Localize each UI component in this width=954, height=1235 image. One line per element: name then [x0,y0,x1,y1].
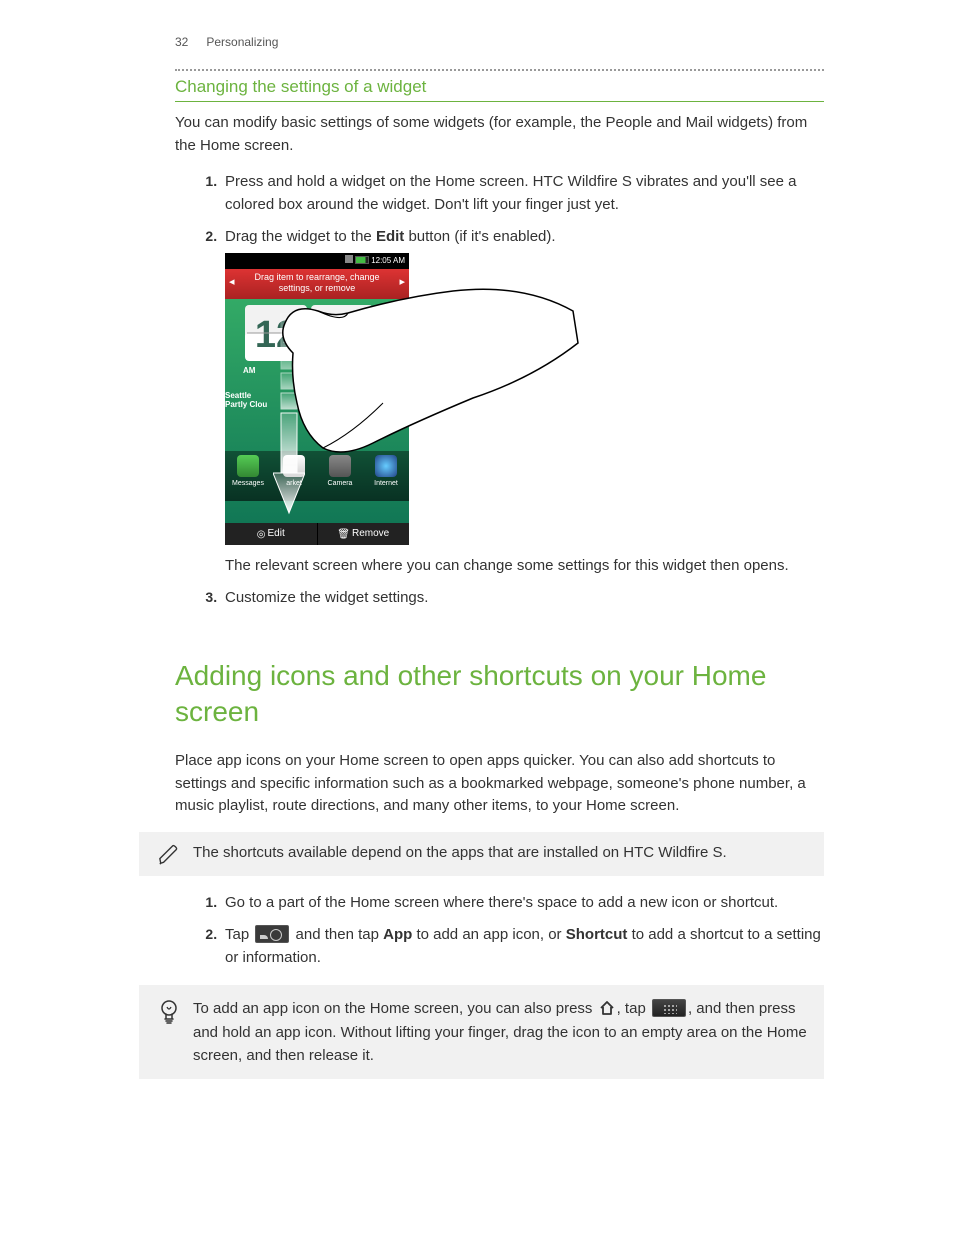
phone-bottom-bar: ◎Edit 🗑Remove [225,523,409,545]
arrow-left-icon: ◂ [229,275,235,289]
note-box: The shortcuts available depend on the ap… [139,832,824,876]
step-2: Drag the widget to the Edit button (if i… [221,226,824,577]
messages-icon [237,455,259,477]
lightbulb-icon [155,999,183,1025]
section-name: Personalizing [206,35,278,49]
tip-box: To add an app icon on the Home screen, y… [139,985,824,1079]
running-header: 32 Personalizing [175,35,824,49]
section-divider [175,69,824,71]
tip-a: To add an app icon on the Home screen, y… [193,1000,597,1017]
section2-intro: Place app icons on your Home screen to o… [175,750,824,818]
step-2-text-b: button (if it's enabled). [404,228,555,245]
trash-icon: 🗑 [337,524,350,546]
sec2-step-2-c: to add an app icon, or [412,926,565,943]
sec2-step-2: Tap and then tap App to add an app icon,… [221,924,824,969]
step-2-bold: Edit [376,228,404,245]
city-name: Seattle [225,391,251,400]
dock-messages-label: Messages [232,480,264,487]
steps-list-1: Press and hold a widget on the Home scre… [181,171,824,610]
battery-icon [355,256,369,264]
step-2-text-a: Drag the widget to the [225,228,376,245]
btn-edit-label: Edit [268,528,285,539]
tip-text: To add an app icon on the Home screen, y… [193,997,808,1067]
btn-remove-label: Remove [352,528,389,539]
personalize-button-icon [255,925,289,943]
sec2-step-2-bold1: App [383,926,412,943]
step-1-text: Press and hold a widget on the Home scre… [225,173,796,213]
page-content: 32 Personalizing Changing the settings o… [0,0,954,1139]
step-3-text: Customize the widget settings. [225,589,428,606]
subheading-underline [175,101,824,102]
status-time: 12:05 AM [371,256,405,265]
step-3: Customize the widget settings. [221,587,824,610]
btn-remove: 🗑Remove [318,523,410,545]
clock-ampm: AM [243,365,255,377]
sec2-step-1: Go to a part of the Home screen where th… [221,892,824,915]
home-icon [599,999,615,1013]
signal-icon [345,255,353,263]
tip-b: , tap [617,1000,650,1017]
sec2-step-2-a: Tap [225,926,253,943]
figure-phone-screenshot: 12:05 AM ◂ Drag item to rearrange, chang… [225,253,409,545]
sec2-step-1-text: Go to a part of the Home screen where th… [225,894,778,911]
steps-list-2: Go to a part of the Home screen where th… [181,892,824,970]
sec2-step-2-b: and then tap [291,926,383,943]
step-1: Press and hold a widget on the Home scre… [221,171,824,216]
gear-icon: ◎ [257,524,266,546]
note-text: The shortcuts available depend on the ap… [193,842,808,865]
intro-paragraph: You can modify basic settings of some wi… [175,112,824,157]
step-2-followup: The relevant screen where you can change… [225,555,824,578]
hand-outline-graphic [263,283,583,493]
weather-cond: Partly Clou [225,400,267,409]
pencil-icon [155,844,183,866]
apps-grid-button-icon [652,999,686,1017]
sec2-step-2-bold2: Shortcut [566,926,628,943]
phone-status-bar: 12:05 AM [225,253,409,269]
page-number: 32 [175,35,203,49]
heading-adding-icons: Adding icons and other shortcuts on your… [175,658,824,731]
btn-edit: ◎Edit [225,523,318,545]
subheading-changing-settings: Changing the settings of a widget [175,77,824,97]
weather-city: Seattle Partly Clou [225,391,267,410]
